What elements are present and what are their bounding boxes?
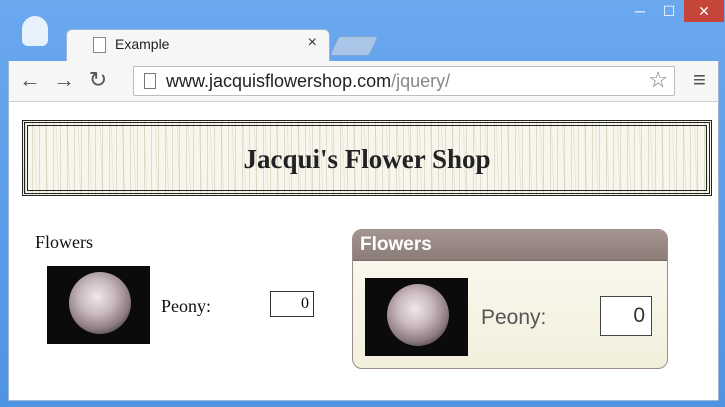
page-icon	[93, 37, 106, 53]
peony-quantity-input-styled[interactable]: 0	[600, 296, 652, 336]
ghost-user-icon[interactable]	[22, 16, 48, 46]
page-title: Jacqui's Flower Shop	[243, 144, 491, 174]
new-tab-button[interactable]	[329, 36, 379, 56]
tab-title: Example	[115, 36, 170, 52]
peony-quantity-input[interactable]: 0	[270, 291, 314, 317]
minimize-button[interactable]: ─	[626, 0, 654, 22]
url-path: /jquery/	[391, 71, 451, 91]
rose-shape	[69, 272, 131, 334]
page-content: Jacqui's Flower Shop Flowers Peony: 0 Fl…	[8, 101, 719, 401]
plain-flowers-section: Flowers	[35, 232, 93, 253]
page-icon	[144, 73, 156, 89]
browser-window: Example × ─ ☐ ✕ ← → ↻ www.jacquisflowers…	[0, 0, 725, 407]
rose-shape	[387, 284, 449, 346]
peony-label: Peony:	[161, 296, 212, 316]
section-heading: Flowers	[35, 232, 93, 252]
url-text[interactable]: www.jacquisflowershop.com/jquery/	[166, 71, 450, 92]
back-arrow-icon[interactable]: ←	[17, 67, 43, 93]
address-bar[interactable]: www.jacquisflowershop.com/jquery/ ☆	[133, 66, 675, 96]
maximize-button[interactable]: ☐	[654, 0, 684, 22]
menu-icon[interactable]: ≡	[693, 67, 706, 93]
forward-arrow-icon[interactable]: →	[51, 67, 77, 93]
peony-image	[365, 278, 468, 356]
browser-toolbar: ← → ↻ www.jacquisflowershop.com/jquery/ …	[8, 61, 719, 101]
tab-example[interactable]: Example ×	[66, 29, 330, 62]
reload-icon[interactable]: ↻	[85, 67, 111, 93]
bookmark-star-icon[interactable]: ☆	[648, 67, 668, 93]
peony-label: Peony:	[481, 306, 547, 329]
window-close-button[interactable]: ✕	[684, 0, 724, 22]
peony-image	[47, 266, 150, 344]
panel-heading: Flowers	[353, 230, 667, 261]
close-icon[interactable]: ×	[308, 34, 317, 52]
url-host: www.jacquisflowershop.com	[166, 71, 392, 91]
banner: Jacqui's Flower Shop	[22, 120, 712, 196]
